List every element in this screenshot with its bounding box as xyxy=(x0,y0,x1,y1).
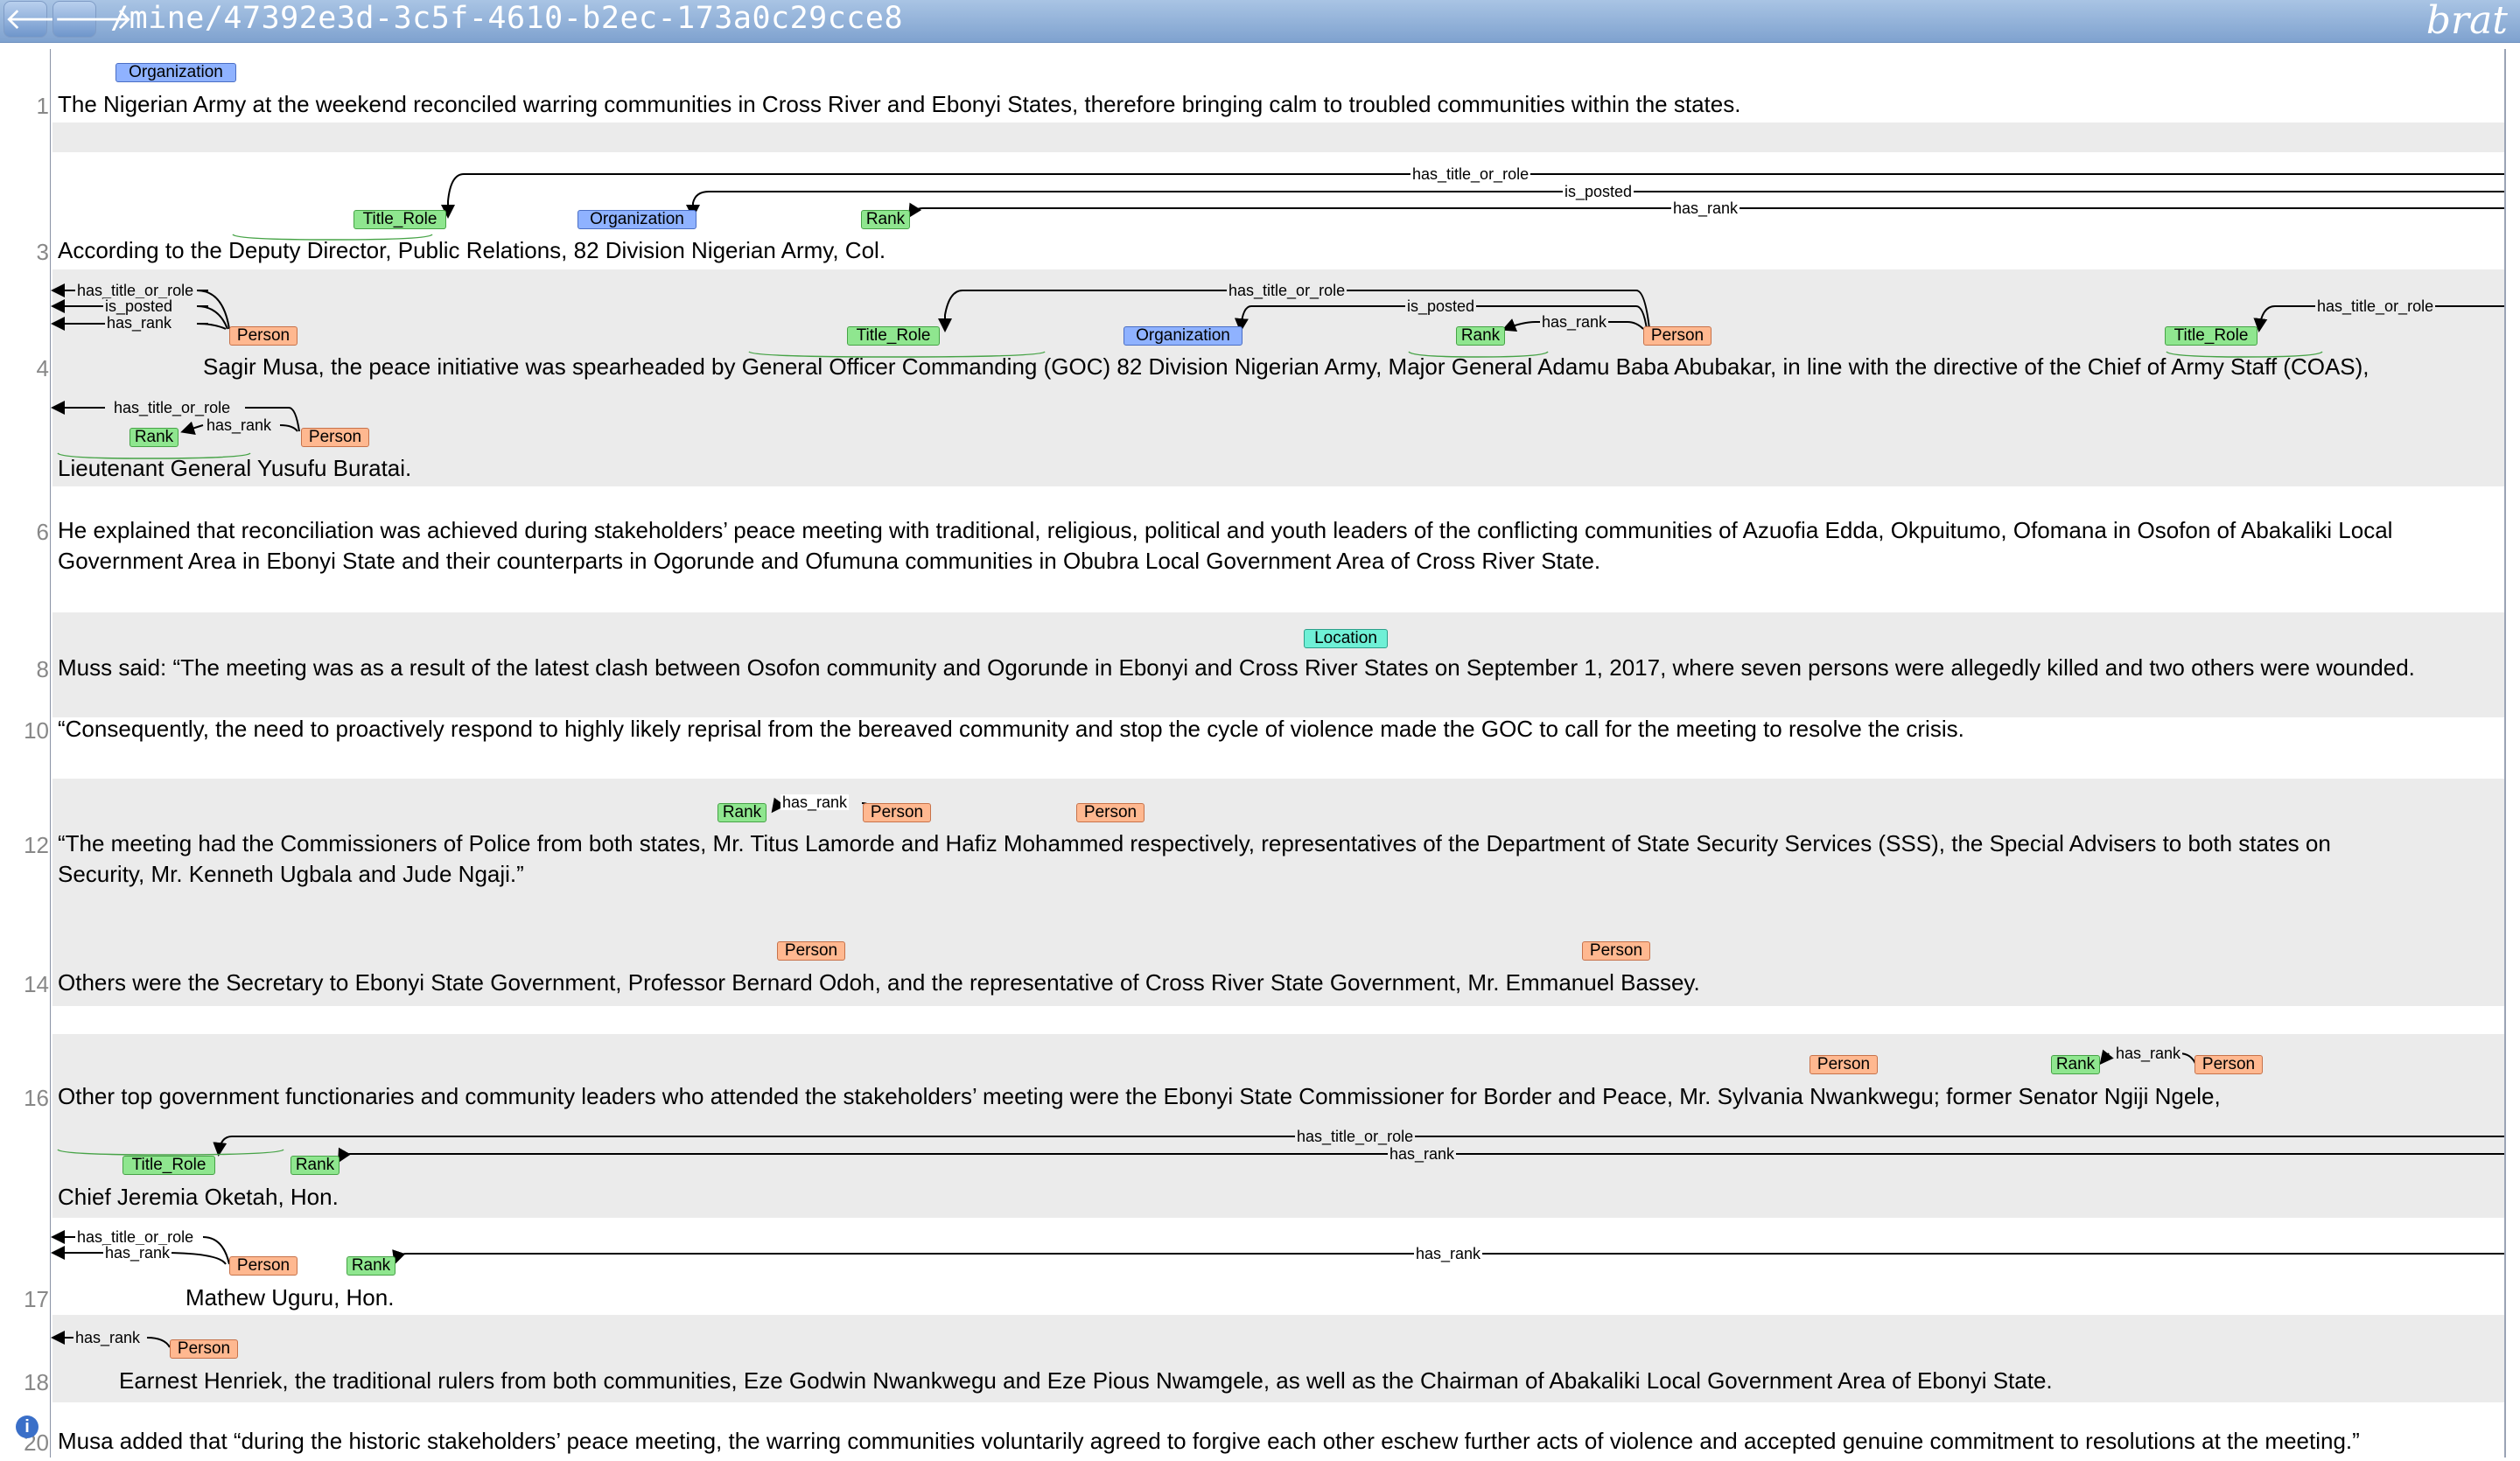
arc-label-has-rank[interactable]: has_rank xyxy=(205,417,274,433)
back-arrow-icon[interactable]: 🡐 xyxy=(4,1,84,38)
entity-label-organization[interactable]: Organization xyxy=(116,63,236,82)
line-number: 4 xyxy=(36,355,49,381)
line-number: 17 xyxy=(24,1286,49,1312)
arc-label-has-title-or-role[interactable]: has_title_or_role xyxy=(1295,1129,1416,1144)
sentence-text[interactable]: Chief Jeremia Oketah, Hon. xyxy=(58,1184,339,1211)
entity-label-organization[interactable]: Organization xyxy=(1124,326,1242,346)
arc-label-has-rank[interactable]: has_rank xyxy=(2114,1045,2183,1061)
line-number: 12 xyxy=(24,832,49,858)
line-number: 16 xyxy=(24,1085,49,1111)
entity-label-person[interactable]: Person xyxy=(2194,1055,2263,1074)
entity-label-person[interactable]: Person xyxy=(1582,941,1650,961)
entity-label-rank[interactable]: Rank xyxy=(861,210,910,229)
entity-label-person[interactable]: Person xyxy=(1810,1055,1878,1074)
sentence-text[interactable]: Mathew Uguru, Hon. xyxy=(186,1284,394,1311)
arc-label-has-rank[interactable]: has_rank xyxy=(780,794,850,810)
sentence-text[interactable]: Others were the Secretary to Ebonyi Stat… xyxy=(58,969,1700,996)
arc-label-has-rank[interactable]: has_rank xyxy=(103,1245,172,1261)
arc-label-has-title-or-role[interactable]: has_title_or_role xyxy=(1227,283,1348,298)
entity-label-rank[interactable]: Rank xyxy=(290,1156,340,1175)
sentence-text[interactable]: Muss said: “The meeting was as a result … xyxy=(58,654,2415,682)
arc-label-has-rank[interactable]: has_rank xyxy=(1414,1246,1483,1262)
arc-label-has-title-or-role[interactable]: has_title_or_role xyxy=(2315,298,2436,314)
line-number: 18 xyxy=(24,1369,49,1395)
sentence-text[interactable]: Government Area in Ebonyi State and thei… xyxy=(58,548,1600,575)
sentence-band xyxy=(52,122,2504,152)
line-number: 1 xyxy=(36,93,49,119)
arc-label-has-rank[interactable]: has_rank xyxy=(1388,1146,1457,1162)
line-number: 6 xyxy=(36,519,49,545)
arc-label-is-posted[interactable]: is_posted xyxy=(1563,184,1634,199)
entity-label-person[interactable]: Person xyxy=(777,941,845,961)
sentence-text[interactable]: The Nigerian Army at the weekend reconci… xyxy=(58,91,1740,118)
arc-label-has-rank[interactable]: has_rank xyxy=(74,1330,143,1346)
entity-label-person[interactable]: Person xyxy=(1076,803,1144,822)
sentence-text[interactable]: Sagir Musa, the peace initiative was spe… xyxy=(203,353,2370,381)
line-number: 8 xyxy=(36,656,49,682)
arc-label-is-posted[interactable]: is_posted xyxy=(1405,298,1477,314)
sentence-text[interactable]: According to the Deputy Director, Public… xyxy=(58,237,886,264)
arc-label-has-title-or-role[interactable]: has_title_or_role xyxy=(75,283,196,298)
entity-label-title-role[interactable]: Title_Role xyxy=(847,326,940,346)
entity-label-person[interactable]: Person xyxy=(229,326,298,346)
sentence-text[interactable]: Lieutenant General Yusufu Buratai. xyxy=(58,455,411,482)
entity-label-rank[interactable]: Rank xyxy=(2051,1055,2100,1074)
sentence-text[interactable]: “The meeting had the Commissioners of Po… xyxy=(58,830,2331,857)
arc-label-has-title-or-role[interactable]: has_title_or_role xyxy=(1410,166,1531,182)
entity-label-person[interactable]: Person xyxy=(863,803,931,822)
entity-label-rank[interactable]: Rank xyxy=(718,803,766,822)
arc-label-has-rank[interactable]: has_rank xyxy=(1671,200,1740,216)
entity-label-person[interactable]: Person xyxy=(1643,326,1712,346)
entity-label-person[interactable]: Person xyxy=(301,428,369,447)
info-icon[interactable]: i xyxy=(16,1416,38,1438)
entity-label-rank[interactable]: Rank xyxy=(130,428,178,447)
arc-label-has-title-or-role[interactable]: has_title_or_role xyxy=(112,400,233,416)
sentence-text[interactable]: Earnest Henriek, the traditional rulers … xyxy=(119,1367,2053,1395)
entity-label-title-role[interactable]: Title_Role xyxy=(122,1156,215,1175)
brat-logo[interactable]: brat xyxy=(2426,0,2508,43)
sentence-text[interactable]: Musa added that “during the historic sta… xyxy=(58,1428,2360,1455)
line-number: 14 xyxy=(24,971,49,997)
sentence-text[interactable]: Other top government functionaries and c… xyxy=(58,1083,2221,1110)
forward-arrow-icon[interactable]: 🡒 xyxy=(52,1,133,38)
entity-label-location[interactable]: Location xyxy=(1304,629,1388,648)
arc-label-has-rank[interactable]: has_rank xyxy=(1540,314,1609,330)
document-path: /mine/47392e3d-3c5f-4610-b2ec-173a0c29cc… xyxy=(110,1,904,36)
sentence-text[interactable]: He explained that reconciliation was ach… xyxy=(58,517,2392,544)
arc-label-is-posted[interactable]: is_posted xyxy=(103,298,175,314)
line-number: 3 xyxy=(36,239,49,265)
entity-label-title-role[interactable]: Title_Role xyxy=(2165,326,2258,346)
entity-label-person[interactable]: Person xyxy=(170,1339,238,1359)
arc-label-has-title-or-role[interactable]: has_title_or_role xyxy=(75,1229,196,1245)
line-number: 10 xyxy=(24,717,49,744)
top-bar: 🡐 🡒 /mine/47392e3d-3c5f-4610-b2ec-173a0c… xyxy=(0,0,2520,43)
entity-label-organization[interactable]: Organization xyxy=(578,210,696,229)
entity-label-rank[interactable]: Rank xyxy=(346,1256,396,1276)
sentence-text[interactable]: Security, Mr. Kenneth Ugbala and Jude Ng… xyxy=(58,861,524,888)
entity-label-title-role[interactable]: Title_Role xyxy=(354,210,446,229)
entity-label-rank[interactable]: Rank xyxy=(1456,326,1505,346)
sentence-text[interactable]: “Consequently, the need to proactively r… xyxy=(58,716,1964,743)
entity-label-person[interactable]: Person xyxy=(229,1256,298,1276)
arc-label-has-rank[interactable]: has_rank xyxy=(105,315,174,331)
